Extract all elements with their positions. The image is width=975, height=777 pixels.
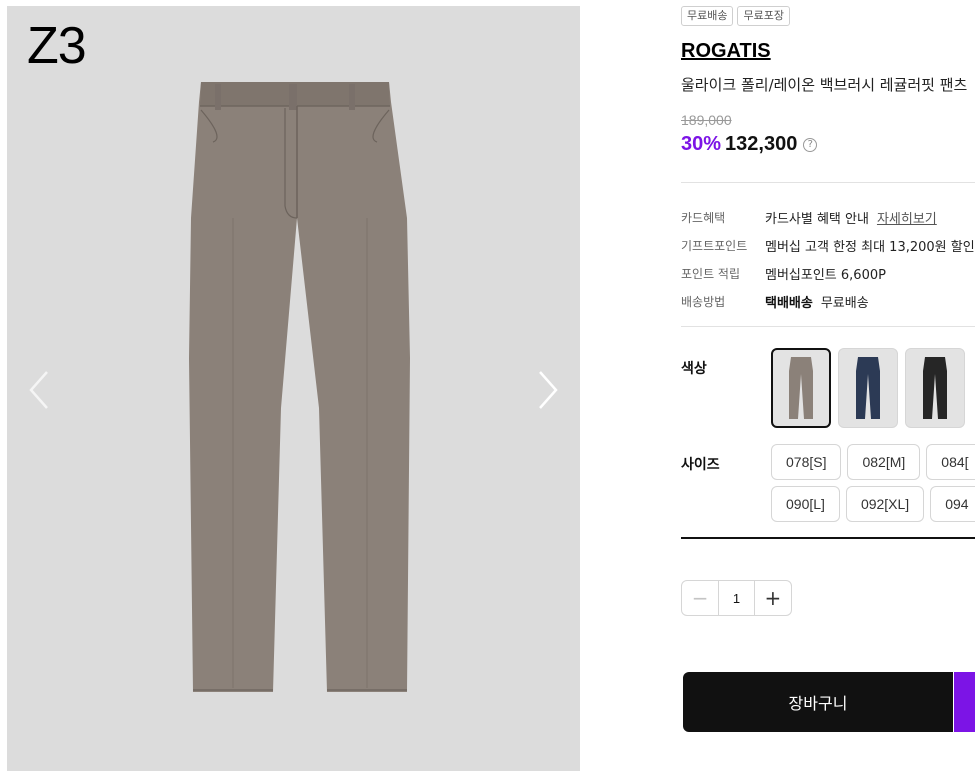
size-option-092[interactable]: 092[XL] <box>845 486 925 522</box>
color-swatch-black[interactable] <box>905 348 965 428</box>
shipping-method: 택배배송 <box>765 295 813 311</box>
free-shipping-badge: 무료배송 <box>681 6 734 26</box>
divider <box>681 537 975 539</box>
benefit-label: 배송방법 <box>681 294 726 309</box>
benefit-value: 멤버십 고객 한정 최대 13,200원 할인( <box>765 239 975 255</box>
product-photo <box>177 78 417 703</box>
buy-now-button[interactable] <box>954 672 975 732</box>
pants-thumbnail <box>789 357 813 419</box>
benefit-label: 포인트 적립 <box>681 266 741 281</box>
sale-price: 132,300 <box>725 133 798 155</box>
benefit-label: 기프트포인트 <box>681 238 748 253</box>
add-to-cart-button[interactable]: 장바구니 <box>683 672 953 732</box>
chevron-right-icon <box>539 371 558 409</box>
original-price: 189,000 <box>681 112 732 128</box>
color-swatch-navy[interactable] <box>838 348 898 428</box>
question-circle-icon[interactable]: ? <box>803 137 818 152</box>
brand-link[interactable]: ROGATIS <box>681 40 771 63</box>
shipping-method-row: 배송방법 택배배송 무료배송 <box>681 287 975 315</box>
benefit-value: 카드사별 혜택 안내 <box>765 211 869 227</box>
size-option-094[interactable]: 094 <box>930 486 975 522</box>
pants-thumbnail <box>856 357 880 419</box>
product-image-gallery: Z3 <box>7 6 580 771</box>
next-image-button[interactable] <box>532 368 562 412</box>
product-info-panel: 무료배송 무료포장 ROGATIS 울라이크 폴리/레이온 백브러시 레귤러핏 … <box>681 0 975 777</box>
size-option-082[interactable]: 082[M] <box>847 444 921 480</box>
chevron-left-icon <box>29 371 48 409</box>
size-option-084[interactable]: 084[ <box>926 444 975 480</box>
shipping-fee: 무료배송 <box>820 295 869 311</box>
size-option-list: 078[S] 082[M] 084[ 090[L] 092[XL] 094 <box>771 444 975 522</box>
color-swatch-gray[interactable] <box>771 348 831 428</box>
size-option-label: 사이즈 <box>681 457 720 473</box>
product-name: 울라이크 폴리/레이온 백브러시 레귤러핏 팬츠 <box>681 76 968 94</box>
point-earn-row: 포인트 적립 멤버십포인트 6,600P <box>681 259 975 287</box>
size-option-090[interactable]: 090[L] <box>771 486 840 522</box>
quantity-increase-button[interactable]: + <box>755 581 791 615</box>
brand-mark: Z3 <box>27 17 87 75</box>
pants-thumbnail <box>923 357 947 419</box>
benefit-label: 카드혜택 <box>681 210 726 225</box>
badge-list: 무료배송 무료포장 <box>681 6 790 26</box>
quantity-stepper: − 1 + <box>681 580 792 616</box>
color-swatch-list <box>771 348 965 428</box>
quantity-value[interactable]: 1 <box>718 581 755 615</box>
card-benefit-row: 카드혜택 카드사별 혜택 안내 자세히보기 <box>681 203 975 231</box>
prev-image-button[interactable] <box>25 368 55 412</box>
free-wrapping-badge: 무료포장 <box>737 6 790 26</box>
benefits-list: 카드혜택 카드사별 혜택 안내 자세히보기 기프트포인트 멤버십 고객 한정 최… <box>681 203 975 315</box>
card-benefit-details-link[interactable]: 자세히보기 <box>877 208 937 227</box>
divider <box>681 182 975 183</box>
color-option-label: 색상 <box>681 361 707 377</box>
divider <box>681 326 975 327</box>
gift-point-row: 기프트포인트 멤버십 고객 한정 최대 13,200원 할인( <box>681 231 975 259</box>
benefit-value: 멤버십포인트 6,600P <box>765 267 886 283</box>
price-row: 30% 132,300 ? <box>681 133 818 156</box>
discount-rate: 30% <box>681 133 722 155</box>
size-option-078[interactable]: 078[S] <box>771 444 842 480</box>
quantity-decrease-button[interactable]: − <box>682 581 718 615</box>
